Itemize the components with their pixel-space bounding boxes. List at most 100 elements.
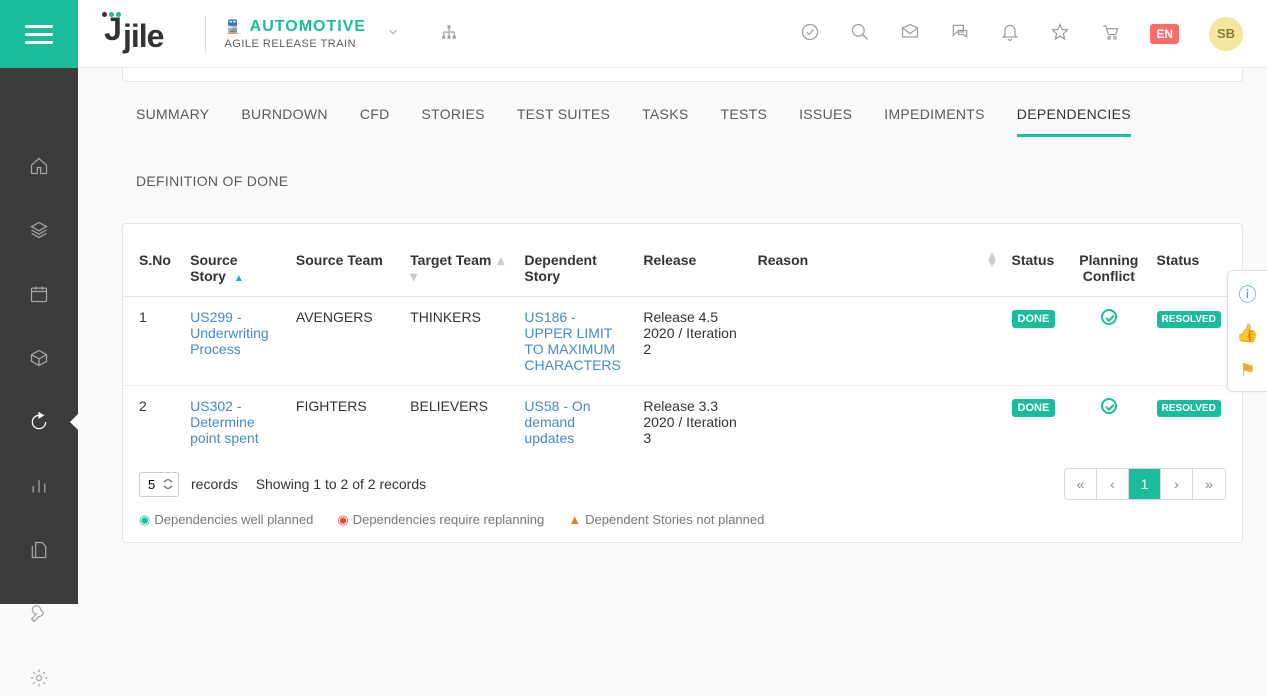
tabs: SUMMARY BURNDOWN CFD STORIES TEST SUITES… [122, 102, 1243, 201]
table-row: 1 US299 - Underwriting Process AVENGERS … [123, 297, 1242, 386]
status-badge: DONE [1012, 310, 1056, 328]
tab-summary[interactable]: SUMMARY [136, 102, 209, 137]
nav-calendar[interactable] [0, 276, 78, 312]
sidebar-nav [0, 68, 78, 696]
hamburger-icon [25, 25, 53, 44]
tab-dod[interactable]: DEFINITION OF DONE [136, 169, 1243, 201]
legend: ◉Dependencies well planned ◉Dependencies… [123, 500, 1242, 528]
cell-reason [750, 297, 1004, 386]
nav-tools[interactable] [0, 596, 78, 632]
nav-settings[interactable] [0, 660, 78, 696]
tab-burndown[interactable]: BURNDOWN [241, 102, 327, 137]
bell-icon[interactable] [1000, 22, 1020, 45]
status-badge: DONE [1012, 399, 1056, 417]
check-circle-icon: ◉ [139, 512, 150, 527]
avatar[interactable]: SB [1209, 17, 1243, 51]
feedback-icon[interactable]: 👍 [1236, 323, 1258, 344]
col-reason[interactable]: Reason▴▾ [750, 240, 1004, 297]
page-next[interactable]: › [1161, 469, 1193, 499]
nav-analytics[interactable] [0, 468, 78, 504]
nav-home[interactable] [0, 148, 78, 184]
nav-files[interactable] [0, 532, 78, 568]
cell-sno: 1 [123, 297, 182, 386]
dependent-story-link[interactable]: US186 - UPPER LIMIT TO MAXIMUM CHARACTER… [524, 309, 620, 373]
top-actions: EN SB [800, 17, 1243, 51]
resolved-badge: RESOLVED [1157, 400, 1221, 417]
tab-tests[interactable]: TESTS [720, 102, 767, 137]
context-dropdown[interactable] [386, 25, 400, 42]
cell-source-team: FIGHTERS [288, 386, 402, 459]
star-icon[interactable] [1050, 22, 1070, 45]
nav-sync[interactable] [0, 404, 78, 440]
records-label: records [191, 476, 238, 492]
page-size-select[interactable]: 5 [139, 472, 179, 497]
language-badge[interactable]: EN [1150, 24, 1179, 44]
sort-icon: ▴▾ [988, 252, 995, 266]
legend-replanning: ◉Dependencies require replanning [337, 512, 544, 528]
col-target-team[interactable]: Target Team▴▾ [402, 240, 516, 297]
cell-release: Release 4.5 2020 / Iteration 2 [635, 297, 749, 386]
chat-icon[interactable] [950, 22, 970, 45]
cell-reason [750, 386, 1004, 459]
page-prev[interactable]: ‹ [1097, 469, 1129, 499]
context-title: AUTOMOTIVE [250, 18, 366, 36]
col-source-team[interactable]: Source Team [288, 240, 402, 297]
approvals-icon[interactable] [800, 22, 820, 45]
page-first[interactable]: « [1065, 469, 1097, 499]
main: SUMMARY BURNDOWN CFD STORIES TEST SUITES… [78, 68, 1267, 604]
tab-stories[interactable]: STORIES [422, 102, 485, 137]
context-subtitle: AGILE RELEASE TRAIN [224, 38, 366, 50]
col-source-story[interactable]: Source Story▲ [182, 240, 288, 297]
brand-text: jile [123, 18, 163, 55]
col-dependent-story[interactable]: Dependent Story [516, 240, 635, 297]
tab-dependencies[interactable]: DEPENDENCIES [1017, 102, 1131, 137]
cell-target-team: BELIEVERS [402, 386, 516, 459]
tab-testsuites[interactable]: TEST SUITES [517, 102, 610, 137]
warning-icon: ▲ [568, 512, 581, 527]
col-release[interactable]: Release [635, 240, 749, 297]
divider [205, 15, 206, 53]
menu-toggle[interactable] [0, 0, 78, 68]
sort-asc-icon: ▲ [234, 273, 244, 284]
tab-impediments[interactable]: IMPEDIMENTS [884, 102, 985, 137]
cart-icon[interactable] [1100, 22, 1120, 45]
sidebar [0, 0, 78, 604]
mail-icon[interactable] [900, 22, 920, 45]
page-number[interactable]: 1 [1129, 469, 1161, 499]
dependencies-card: S.No Source Story▲ Source Team Target Te… [122, 223, 1243, 543]
pagination: « ‹ 1 › » [1064, 468, 1226, 500]
help-icon[interactable]: ⓘ [1239, 281, 1257, 307]
collapsed-panel [122, 68, 1243, 82]
col-sno[interactable]: S.No [123, 240, 182, 297]
source-story-link[interactable]: US299 - Underwriting Process [190, 309, 269, 357]
context-selector[interactable]: 🚆 AUTOMOTIVE AGILE RELEASE TRAIN [224, 18, 366, 50]
col-status[interactable]: Status [1004, 240, 1070, 297]
nav-layers[interactable] [0, 212, 78, 248]
source-story-link[interactable]: US302 - Determine point spent [190, 398, 259, 446]
warning-circle-icon: ◉ [337, 512, 348, 527]
table-row: 2 US302 - Determine point spent FIGHTERS… [123, 386, 1242, 459]
cell-source-team: AVENGERS [288, 297, 402, 386]
showing-text: Showing 1 to 2 of 2 records [256, 476, 426, 492]
tab-issues[interactable]: ISSUES [799, 102, 852, 137]
check-icon [1101, 309, 1117, 325]
cell-target-team: THINKERS [402, 297, 516, 386]
nav-package[interactable] [0, 340, 78, 376]
hierarchy-button[interactable] [440, 23, 458, 44]
train-icon: 🚆 [224, 19, 241, 35]
check-icon [1101, 398, 1117, 414]
table-footer: 5 records Showing 1 to 2 of 2 records « … [123, 458, 1242, 500]
resolved-badge: RESOLVED [1157, 311, 1221, 328]
search-icon[interactable] [850, 22, 870, 45]
col-planning-conflict[interactable]: Planning Conflict [1069, 240, 1148, 297]
tab-tasks[interactable]: TASKS [642, 102, 688, 137]
tour-icon[interactable]: ⚑ [1239, 360, 1255, 381]
tab-cfd[interactable]: CFD [360, 102, 390, 137]
cell-sno: 2 [123, 386, 182, 459]
page-last[interactable]: » [1193, 469, 1225, 499]
dependent-story-link[interactable]: US58 - On demand updates [524, 398, 590, 446]
cell-release: Release 3.3 2020 / Iteration 3 [635, 386, 749, 459]
topbar: J jile 🚆 AUTOMOTIVE AGILE RELEASE TRAIN … [78, 0, 1267, 68]
legend-notplanned: ▲Dependent Stories not planned [568, 512, 764, 528]
logo[interactable]: J jile [102, 12, 163, 55]
